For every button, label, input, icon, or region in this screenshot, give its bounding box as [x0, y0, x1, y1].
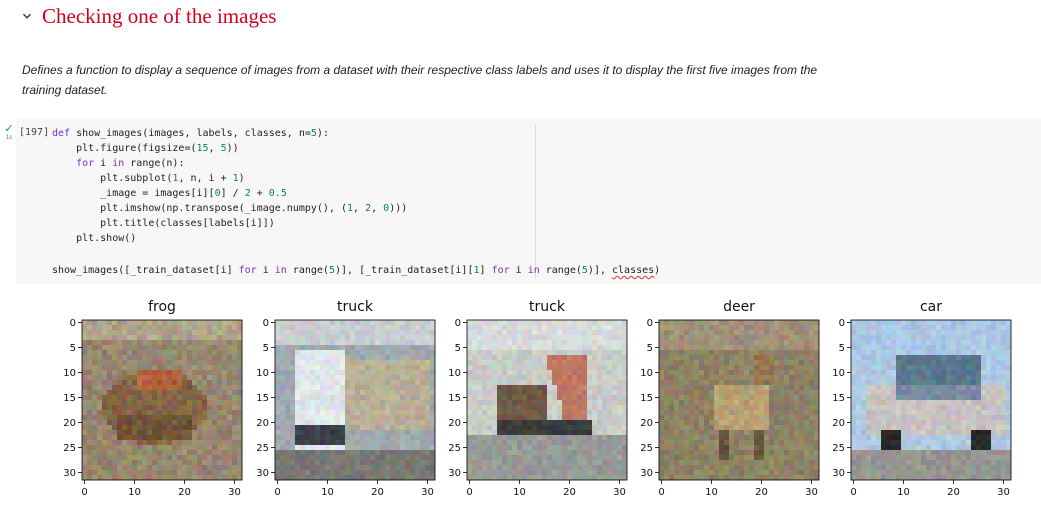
- code-line: plt.subplot(1, n, i + 1): [52, 173, 245, 184]
- section-heading: Checking one of the images: [22, 2, 276, 30]
- subplot-title: frog: [148, 299, 176, 315]
- y-tick-label: 20: [256, 418, 269, 429]
- image-thumbnail: [82, 320, 243, 481]
- y-tick-label: 30: [832, 468, 845, 479]
- code-editor[interactable]: def show_images(images, labels, classes,…: [52, 126, 660, 276]
- y-tick-label: 20: [448, 418, 461, 429]
- output-plots: frog 0 5 10 15 20 25 30 0 10 20 30 truck 0 5 10 15 20 25 30…: [0, 290, 1041, 511]
- x-tick-label: 30: [997, 487, 1010, 498]
- y-tick-label: 20: [640, 418, 653, 429]
- code-line: plt.imshow(np.transpose(_image.numpy(), …: [52, 203, 408, 214]
- code-line: plt.figure(figsize=(15, 5)): [52, 143, 239, 154]
- x-tick-label: 0: [658, 487, 664, 498]
- y-tick-label: 0: [263, 318, 269, 329]
- y-tick-label: 15: [256, 393, 269, 404]
- y-tick-label: 10: [256, 368, 269, 379]
- check-icon: ✓: [4, 123, 14, 135]
- y-tick-label: 10: [63, 368, 76, 379]
- y-tick-label: 25: [63, 443, 76, 454]
- subplot-figure: frog 0 5 10 15 20 25 30 0 10 20 30 truck 0 5 10 15 20 25 30…: [63, 299, 1012, 498]
- markdown-description: Defines a function to display a sequence…: [22, 63, 818, 97]
- x-tick-label: 0: [274, 487, 280, 498]
- x-tick-label: 20: [755, 487, 768, 498]
- y-tick-label: 5: [263, 343, 269, 354]
- x-tick-label: 10: [128, 487, 141, 498]
- subplot-title: truck: [529, 299, 566, 315]
- x-tick-label: 30: [613, 487, 626, 498]
- x-tick-label: 10: [513, 487, 526, 498]
- subplot-3: truck 0 5 10 15 20 25 30 0 10 20 30: [448, 299, 628, 498]
- image-thumbnail: [275, 320, 436, 481]
- x-tick-label: 10: [897, 487, 910, 498]
- y-tick-label: 25: [832, 443, 845, 454]
- y-tick-label: 15: [640, 393, 653, 404]
- code-line: for i in range(n):: [76, 158, 185, 169]
- x-tick-label: 20: [178, 487, 191, 498]
- code-line: _image = images[i][0] / 2 + 0.5: [52, 188, 287, 199]
- y-tick-label: 20: [832, 418, 845, 429]
- code-line: def show_images(images, labels, classes,…: [52, 128, 329, 139]
- x-tick-label: 30: [805, 487, 818, 498]
- x-tick-label: 30: [228, 487, 241, 498]
- y-tick-label: 0: [647, 318, 653, 329]
- y-tick-label: 15: [832, 393, 845, 404]
- x-tick-label: 10: [321, 487, 334, 498]
- subplot-title: car: [920, 299, 942, 315]
- y-tick-label: 0: [455, 318, 461, 329]
- image-thumbnail: [851, 320, 1012, 481]
- x-tick-label: 0: [850, 487, 856, 498]
- image-thumbnail: [659, 320, 820, 481]
- code-line: plt.title(classes[labels[i]]): [52, 218, 275, 229]
- y-tick-label: 15: [448, 393, 461, 404]
- y-tick-label: 30: [640, 468, 653, 479]
- subplot-5: car 0 5 10 15 20 25 30 0 10 20 30: [832, 299, 1012, 498]
- subplot-title: truck: [337, 299, 374, 315]
- section-title: Checking one of the images: [42, 3, 277, 28]
- code-line-call: show_images([_train_dataset[i] for i in …: [52, 265, 661, 276]
- subplot-1: frog 0 5 10 15 20 25 30 0 10 20 30: [63, 299, 243, 498]
- x-tick-label: 30: [421, 487, 434, 498]
- y-tick-label: 10: [640, 368, 653, 379]
- subplot-2: truck 0 5 10 15 20 25 30 0 10 20 30: [256, 299, 436, 498]
- chevron-down-icon[interactable]: [22, 11, 32, 21]
- line-length-ruler: [535, 124, 536, 278]
- code-line: plt.show(): [52, 233, 137, 244]
- y-tick-label: 30: [63, 468, 76, 479]
- x-tick-label: 20: [371, 487, 384, 498]
- y-tick-label: 5: [70, 343, 76, 354]
- run-status[interactable]: ✓ 1s: [2, 124, 16, 142]
- y-tick-label: 0: [70, 318, 76, 329]
- image-thumbnail: [467, 320, 628, 481]
- y-tick-label: 30: [256, 468, 269, 479]
- y-tick-label: 0: [839, 318, 845, 329]
- y-tick-label: 25: [640, 443, 653, 454]
- subplot-title: deer: [723, 299, 755, 315]
- x-tick-label: 0: [466, 487, 472, 498]
- x-tick-label: 20: [563, 487, 576, 498]
- y-tick-label: 30: [448, 468, 461, 479]
- x-tick-label: 20: [947, 487, 960, 498]
- subplot-4: deer 0 5 10 15 20 25 30 0 10 20 30: [640, 299, 820, 498]
- execution-count: [197]: [19, 127, 50, 138]
- y-tick-label: 25: [448, 443, 461, 454]
- y-tick-label: 5: [455, 343, 461, 354]
- y-tick-label: 15: [63, 393, 76, 404]
- x-tick-label: 10: [705, 487, 718, 498]
- x-tick-label: 0: [81, 487, 87, 498]
- y-tick-label: 5: [647, 343, 653, 354]
- y-tick-label: 10: [832, 368, 845, 379]
- execution-time: 1s: [5, 135, 13, 141]
- y-tick-label: 20: [63, 418, 76, 429]
- y-tick-label: 10: [448, 368, 461, 379]
- y-tick-label: 25: [256, 443, 269, 454]
- y-tick-label: 5: [839, 343, 845, 354]
